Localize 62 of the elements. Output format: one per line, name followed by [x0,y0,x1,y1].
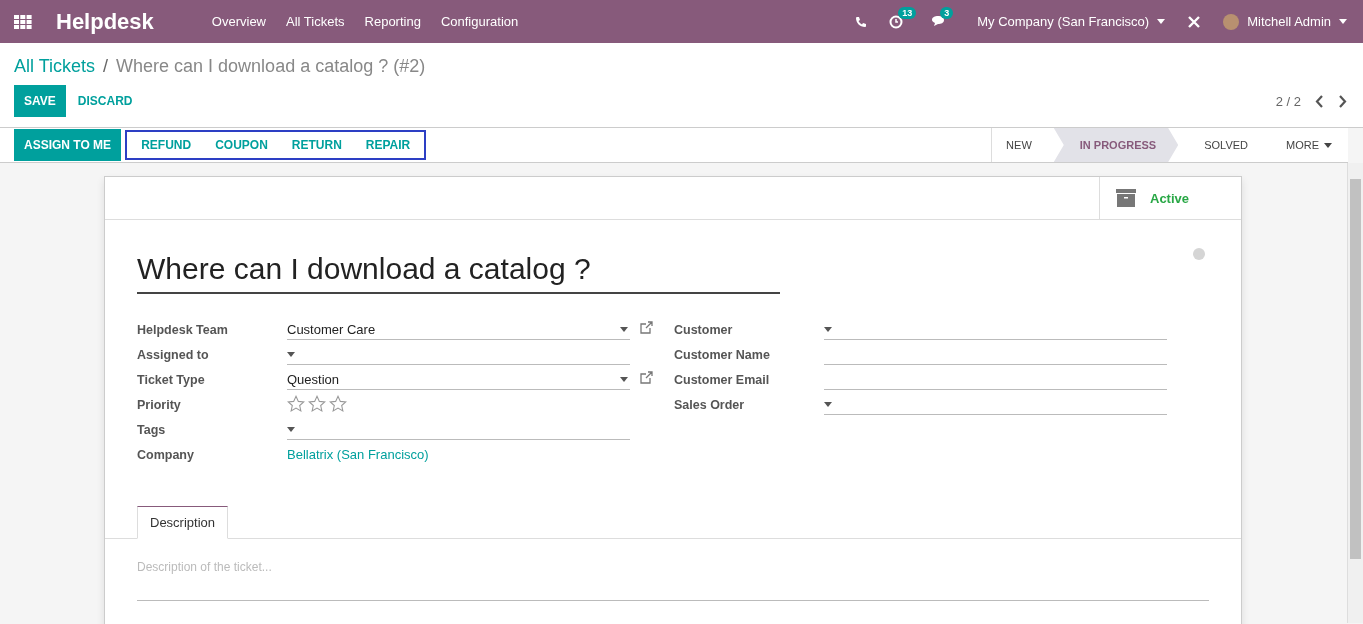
menu-item[interactable]: All Tickets [276,14,355,29]
archive-icon [1116,189,1136,207]
field-label: Helpdesk Team [137,322,229,339]
company-switcher[interactable]: My Company (San Francisco) [977,14,1166,29]
save-button[interactable]: SAVE [14,85,66,117]
star-icon[interactable] [308,395,326,413]
caret-icon [620,327,628,332]
user-menu[interactable]: Mitchell Admin [1223,13,1347,30]
action-button[interactable]: RETURN [279,132,354,158]
menu-item[interactable]: Overview [201,14,276,29]
discard-button[interactable]: DISCARD [65,88,145,114]
star-icon[interactable] [287,395,305,413]
previous-icon[interactable] [1315,94,1324,108]
assign-button[interactable]: ASSIGN TO ME [14,129,122,161]
caret-icon [1157,19,1166,24]
scrollbar[interactable] [1347,163,1363,623]
activity-count-badge: 13 [898,6,917,19]
caret-icon [287,352,295,357]
stage-button[interactable]: IN PROGRESS [1053,128,1179,162]
field-label: Customer [674,322,734,339]
breadcrumb-separator: / [103,56,109,77]
status-dot-icon[interactable] [1193,248,1205,260]
scrollbar-thumb[interactable] [1350,179,1361,559]
apps-grid-icon[interactable] [14,14,32,29]
phone-icon[interactable] [855,15,868,28]
company-link[interactable]: Bellatrix (San Francisco) [287,445,429,470]
field-label: Customer Name [674,347,771,364]
avatar-icon [1223,13,1240,30]
clock-icon[interactable] [889,14,904,29]
field-label: Ticket Type [137,372,206,389]
message-count-badge: 3 [940,7,954,19]
description-field[interactable]: Description of the ticket... [137,560,1209,601]
next-icon[interactable] [1338,94,1347,108]
action-button[interactable]: COUPON [203,132,280,158]
caret-icon [287,427,295,432]
field-label: Customer Email [674,372,771,389]
select-field[interactable]: Question [287,370,630,390]
field-label: Company [137,447,195,464]
ticket-title[interactable]: Where can I download a catalog ? [137,252,780,294]
external-link-icon[interactable] [640,321,653,334]
caret-icon [824,327,832,332]
menu-item[interactable]: Reporting [354,14,431,29]
app-title[interactable]: Helpdesk [56,8,154,35]
action-button[interactable]: REFUND [129,132,204,158]
breadcrumb-current: Where can I download a catalog ? (#2) [116,56,426,77]
star-icon[interactable] [329,395,347,413]
field-label: Assigned to [137,347,210,364]
breadcrumb-link[interactable]: All Tickets [14,56,96,77]
action-button[interactable]: REPAIR [353,132,423,158]
active-button[interactable]: Active [1099,177,1241,219]
caret-icon [1324,142,1332,148]
external-link-icon[interactable] [640,371,653,384]
select-field[interactable]: Customer Care [287,320,630,340]
caret-icon [1339,19,1347,24]
field-label: Sales Order [674,397,746,414]
tab[interactable]: Description [137,506,229,539]
caret-icon [824,402,832,407]
menu-item[interactable]: Configuration [430,14,529,29]
field-label: Priority [137,397,182,414]
pager-counter: 2 / 2 [1275,93,1301,109]
field-label: Tags [137,422,167,439]
caret-icon [620,377,628,382]
